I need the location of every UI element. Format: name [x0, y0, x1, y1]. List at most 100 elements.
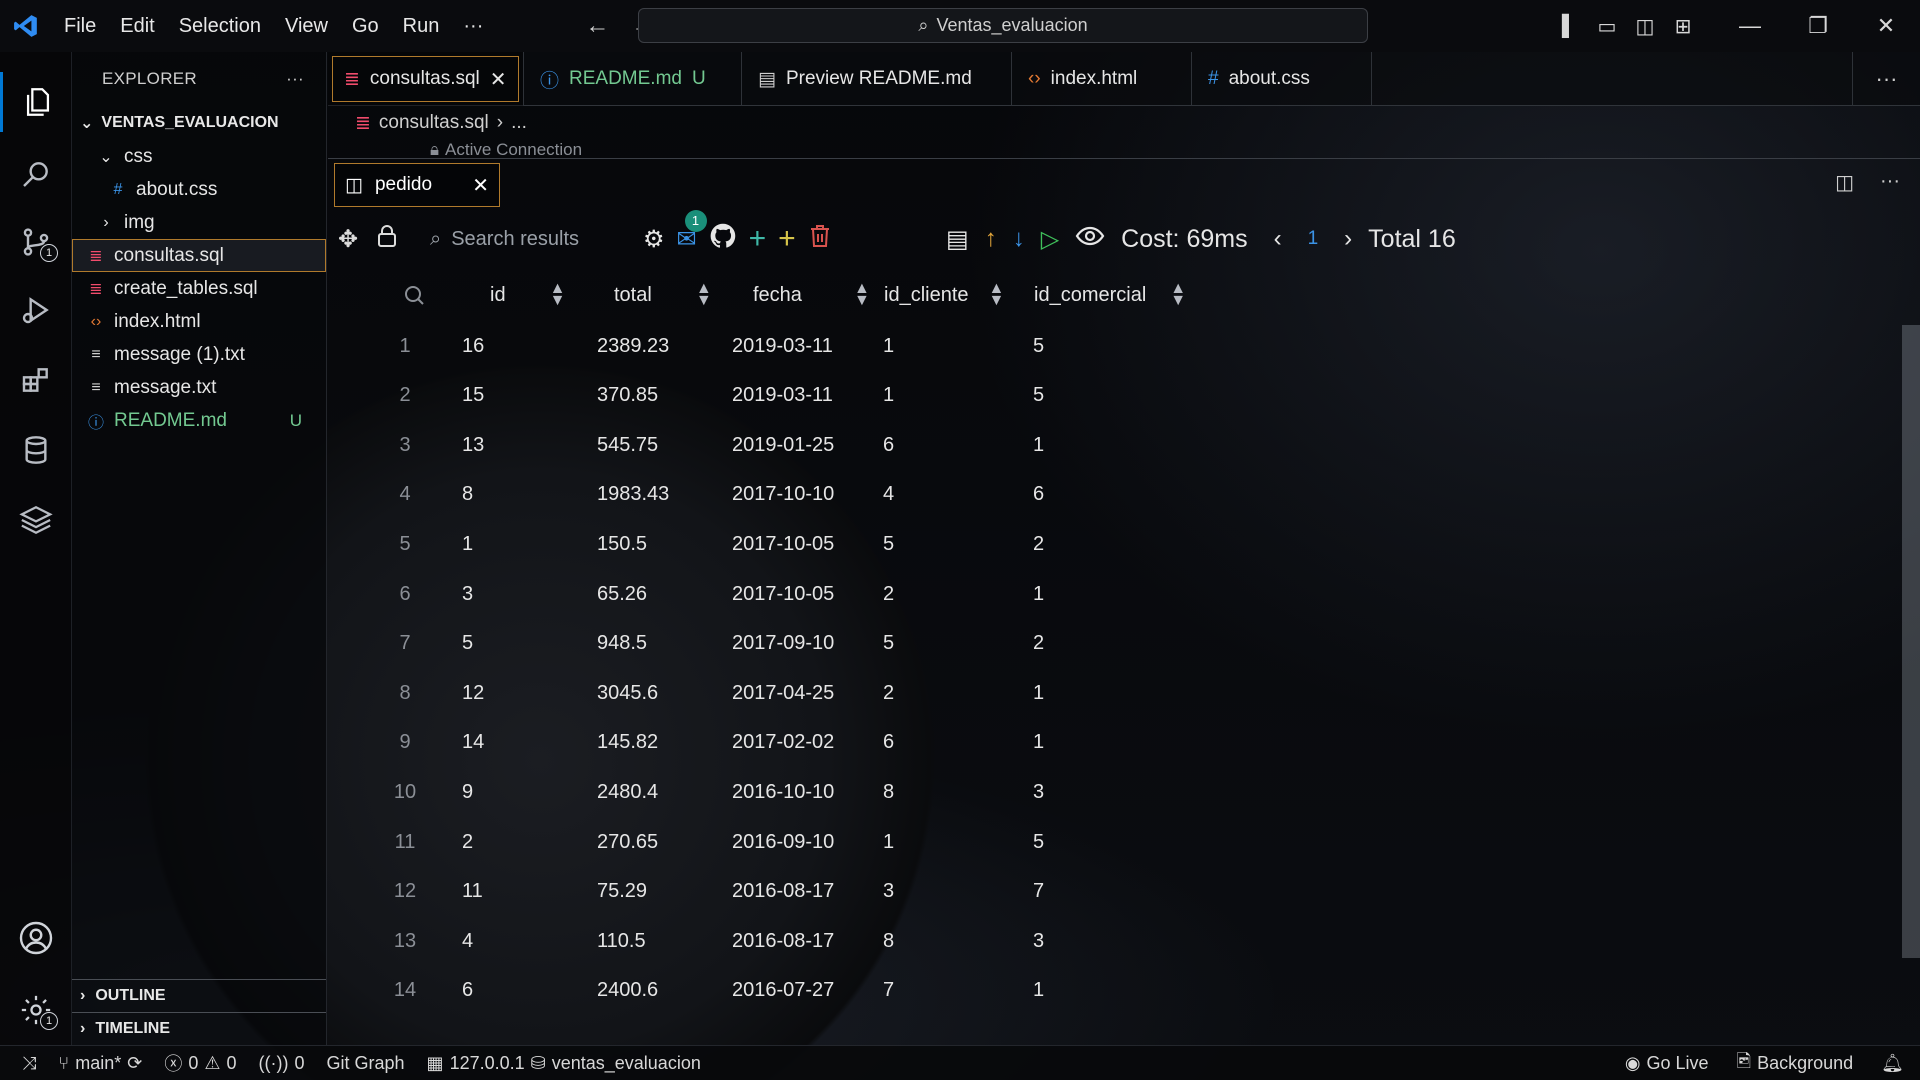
- cell-fecha[interactable]: 2019-01-25: [732, 434, 834, 457]
- cell-id-comercial[interactable]: 5: [1033, 384, 1044, 407]
- remote-icon[interactable]: ⤨: [22, 1053, 36, 1074]
- cell-id-comercial[interactable]: 1: [1033, 583, 1044, 606]
- cell-total[interactable]: 2389.23: [597, 335, 669, 358]
- cell-id-cliente[interactable]: 7: [883, 979, 894, 1002]
- sort-icon[interactable]: ▲ ▼: [1170, 281, 1186, 309]
- github-icon[interactable]: [709, 222, 737, 257]
- settings-gear-icon[interactable]: 1: [0, 980, 72, 1040]
- cell-fecha[interactable]: 2016-08-17: [732, 880, 834, 903]
- layers-icon[interactable]: [0, 490, 72, 550]
- db-connection-host[interactable]: ▦ 127.0.0.1 ⛁ ventas_evaluacion: [427, 1053, 701, 1074]
- table-row[interactable]: 5 1 150.5 2017-10-05 5 2: [390, 524, 1290, 564]
- cell-id-cliente[interactable]: 3: [883, 880, 894, 903]
- cell-id-cliente[interactable]: 6: [883, 434, 894, 457]
- cell-id[interactable]: 13: [462, 434, 484, 457]
- customize-layout-icon[interactable]: ⊞: [1664, 14, 1702, 39]
- cell-fecha[interactable]: 2017-09-10: [732, 632, 834, 655]
- menu-edit[interactable]: Edit: [108, 15, 166, 38]
- cell-id[interactable]: 9: [462, 781, 473, 804]
- split-editor-icon[interactable]: ◫: [1835, 170, 1854, 195]
- menu-go[interactable]: Go: [340, 15, 391, 38]
- table-row[interactable]: 4 8 1983.43 2017-10-10 4 6: [390, 475, 1290, 515]
- menu-view[interactable]: View: [273, 15, 340, 38]
- cell-id-comercial[interactable]: 5: [1033, 831, 1044, 854]
- cell-fecha[interactable]: 2016-10-10: [732, 781, 834, 804]
- cell-id[interactable]: 14: [462, 731, 484, 754]
- cell-id-comercial[interactable]: 2: [1033, 632, 1044, 655]
- cell-total[interactable]: 948.5: [597, 632, 647, 655]
- filter-search-icon[interactable]: [402, 275, 426, 315]
- cell-total[interactable]: 1983.43: [597, 483, 669, 506]
- tab-readme-md[interactable]: ⓘ README.md U: [524, 52, 742, 106]
- tab-preview-readme[interactable]: ▤ Preview README.md: [742, 52, 1012, 106]
- breadcrumb-rest[interactable]: ...: [511, 112, 527, 134]
- toggle-secondary-sidebar-icon[interactable]: ◫: [1626, 14, 1664, 39]
- column-header-id[interactable]: id ▲ ▼: [490, 275, 565, 315]
- cell-id-cliente[interactable]: 6: [883, 731, 894, 754]
- run-debug-icon[interactable]: [0, 280, 72, 340]
- menu-more[interactable]: ···: [451, 15, 495, 38]
- cell-fecha[interactable]: 2017-02-02: [732, 731, 834, 754]
- table-row[interactable]: 3 13 545.75 2019-01-25 6 1: [390, 425, 1290, 465]
- cell-id-comercial[interactable]: 5: [1033, 335, 1044, 358]
- table-row[interactable]: 11 2 270.65 2016-09-10 1 5: [390, 822, 1290, 862]
- git-graph-button[interactable]: Git Graph: [327, 1053, 405, 1074]
- move-icon[interactable]: ✥: [338, 225, 358, 254]
- cell-total[interactable]: 75.29: [597, 880, 647, 903]
- tree-file-message-1-txt[interactable]: ≡ message (1).txt: [72, 338, 326, 371]
- tree-file-about-css[interactable]: # about.css: [72, 173, 326, 206]
- cell-id-cliente[interactable]: 8: [883, 781, 894, 804]
- cell-id-comercial[interactable]: 7: [1033, 880, 1044, 903]
- ports-indicator[interactable]: ((·)) 0: [259, 1053, 305, 1074]
- tree-file-create-tables-sql[interactable]: ≣ create_tables.sql: [72, 272, 326, 305]
- cell-fecha[interactable]: 2016-07-27: [732, 979, 834, 1002]
- tab-consultas-sql[interactable]: ≣ consultas.sql ✕: [328, 52, 524, 106]
- cell-id-comercial[interactable]: 1: [1033, 731, 1044, 754]
- cell-fecha[interactable]: 2017-10-05: [732, 533, 834, 556]
- table-row[interactable]: 9 14 145.82 2017-02-02 6 1: [390, 723, 1290, 763]
- outline-section[interactable]: › OUTLINE: [72, 979, 326, 1012]
- cell-fecha[interactable]: 2017-10-10: [732, 483, 834, 506]
- extensions-icon[interactable]: [0, 350, 72, 410]
- next-page-icon[interactable]: ›: [1344, 225, 1352, 253]
- run-icon[interactable]: ▷: [1041, 225, 1059, 254]
- column-header-fecha[interactable]: fecha ▲ ▼: [753, 275, 870, 315]
- cell-total[interactable]: 65.26: [597, 583, 647, 606]
- table-row[interactable]: 8 12 3045.6 2017-04-25 2 1: [390, 673, 1290, 713]
- cell-id[interactable]: 5: [462, 632, 473, 655]
- cell-id[interactable]: 4: [462, 930, 473, 953]
- sync-icon[interactable]: ⟳: [127, 1053, 142, 1074]
- cell-id[interactable]: 1: [462, 533, 473, 556]
- previous-page-icon[interactable]: ‹: [1274, 225, 1282, 253]
- back-arrow-icon[interactable]: ←: [585, 12, 609, 40]
- toggle-panel-icon[interactable]: ▭: [1588, 14, 1626, 39]
- result-tab-pedido[interactable]: ◫ pedido ✕: [334, 163, 500, 207]
- table-row[interactable]: 13 4 110.5 2016-08-17 8 3: [390, 921, 1290, 961]
- menu-selection[interactable]: Selection: [167, 15, 273, 38]
- table-row[interactable]: 7 5 948.5 2017-09-10 5 2: [390, 624, 1290, 664]
- cell-total[interactable]: 2480.4: [597, 781, 658, 804]
- table-row[interactable]: 1 16 2389.23 2019-03-11 1 5: [390, 326, 1290, 366]
- cell-total[interactable]: 110.5: [597, 930, 646, 953]
- cell-id-cliente[interactable]: 2: [883, 583, 894, 606]
- cell-id[interactable]: 16: [462, 335, 484, 358]
- tree-folder-img[interactable]: › img: [72, 206, 326, 239]
- cell-id-cliente[interactable]: 1: [883, 335, 894, 358]
- timeline-section[interactable]: › TIMELINE: [72, 1012, 326, 1045]
- settings-gear-icon[interactable]: ⚙: [643, 225, 665, 254]
- toggle-primary-sidebar-icon[interactable]: ▌: [1550, 15, 1588, 38]
- comment-icon[interactable]: ▤: [946, 225, 969, 254]
- cell-id-cliente[interactable]: 5: [883, 632, 894, 655]
- table-row[interactable]: 6 3 65.26 2017-10-05 2 1: [390, 574, 1290, 614]
- cell-id-comercial[interactable]: 6: [1033, 483, 1044, 506]
- cell-id[interactable]: 2: [462, 831, 473, 854]
- cell-id-cliente[interactable]: 8: [883, 930, 894, 953]
- cell-id-cliente[interactable]: 4: [883, 483, 894, 506]
- delete-icon[interactable]: [808, 223, 832, 256]
- tree-folder-css[interactable]: ⌄ css: [72, 140, 326, 173]
- sort-icon[interactable]: ▲ ▼: [989, 281, 1005, 309]
- search-activity-icon[interactable]: [0, 144, 72, 204]
- cell-id-cliente[interactable]: 1: [883, 831, 894, 854]
- tab-index-html[interactable]: ‹› index.html: [1012, 52, 1192, 106]
- tab-about-css[interactable]: # about.css: [1192, 52, 1372, 106]
